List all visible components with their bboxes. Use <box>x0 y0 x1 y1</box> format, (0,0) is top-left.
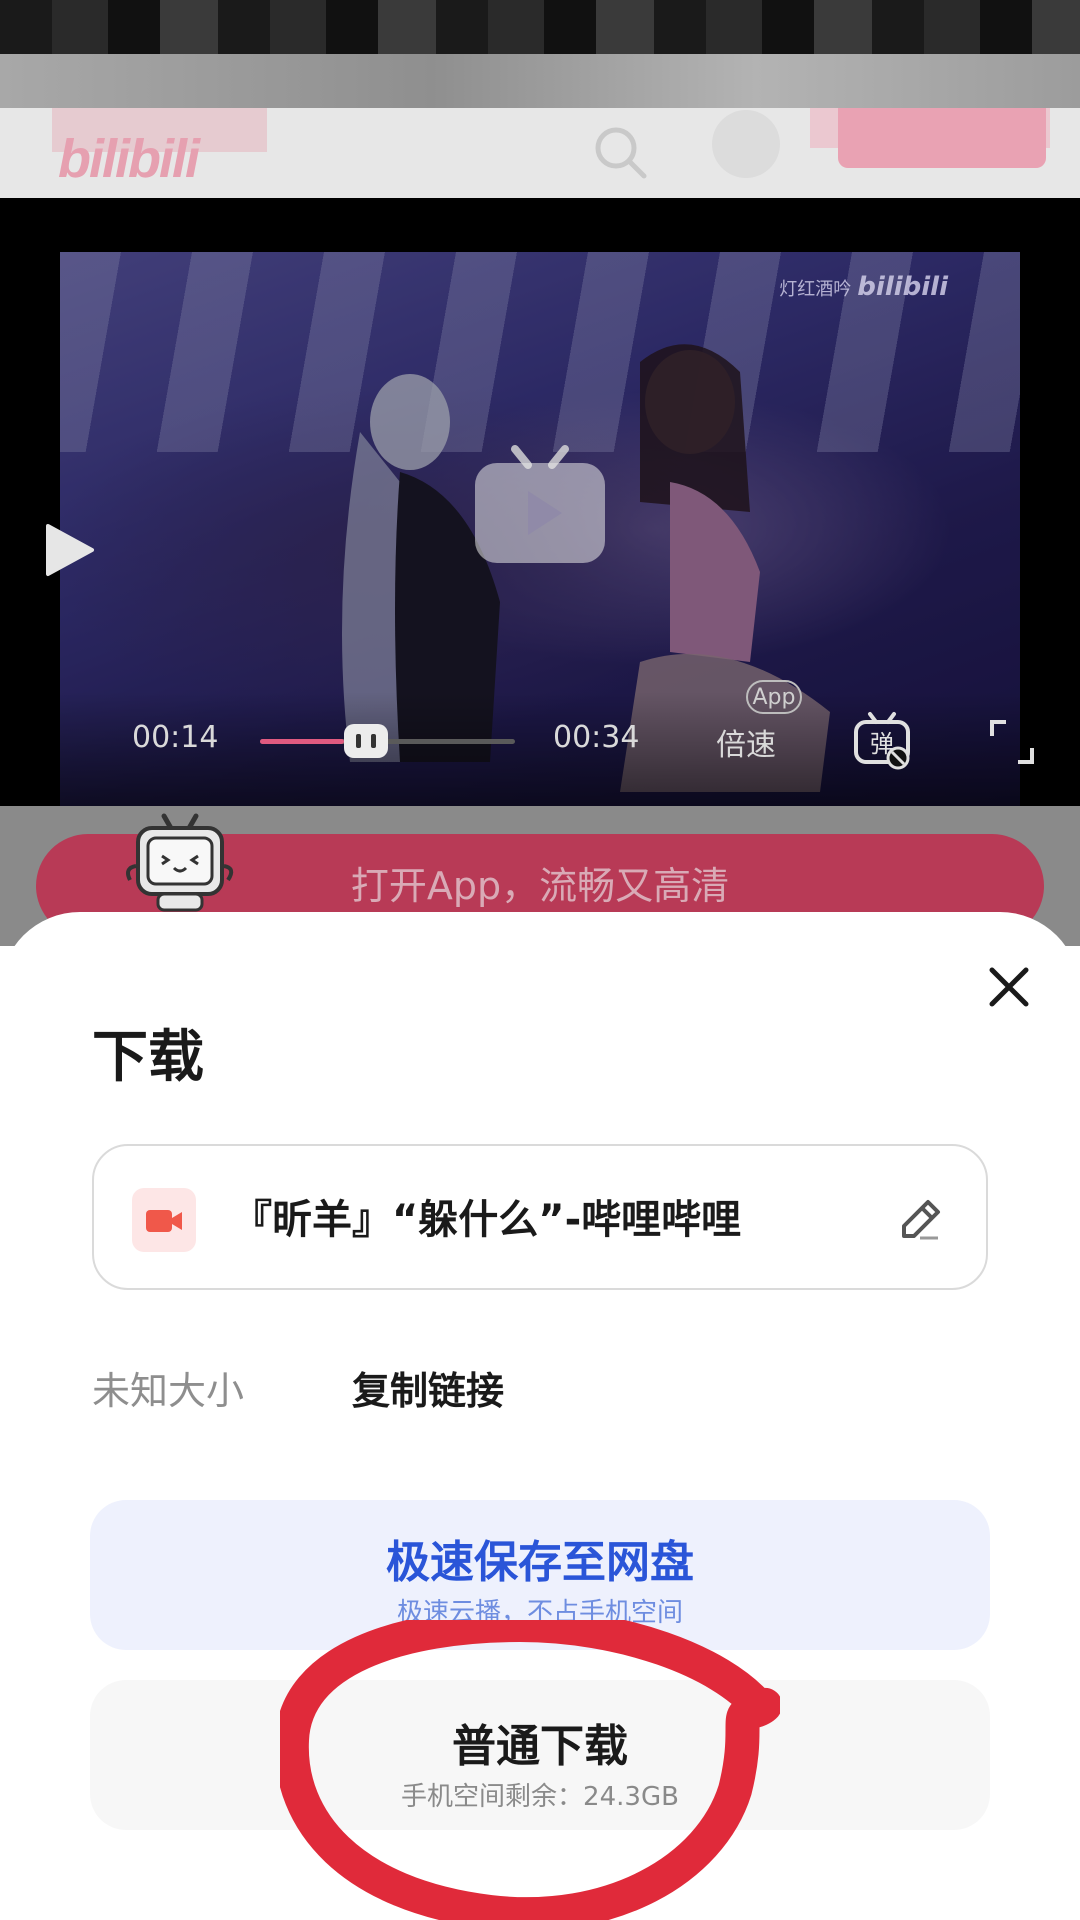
normal-download-title: 普通下载 <box>452 1721 628 1772</box>
center-play-icon[interactable] <box>470 439 610 569</box>
close-icon[interactable] <box>984 962 1034 1012</box>
search-icon[interactable] <box>590 122 650 182</box>
danmaku-icon[interactable]: 弹 <box>852 710 912 770</box>
progress-fill <box>260 739 345 744</box>
player-top-gap <box>0 198 1080 252</box>
video-camera-icon <box>146 1210 182 1232</box>
fullscreen-icon[interactable] <box>988 718 1036 766</box>
sheet-title: 下载 <box>92 1025 204 1090</box>
copy-link-button[interactable]: 复制链接 <box>352 1360 504 1415</box>
file-size-label: 未知大小 <box>92 1369 245 1413</box>
total-time: 00:34 <box>553 720 640 755</box>
site-header: bilibili <box>0 108 1080 198</box>
header-download-button[interactable] <box>838 108 1046 168</box>
file-name: 『昕羊』“躲什么”-哔哩哔哩 <box>232 1197 742 1243</box>
status-bar <box>0 0 1080 54</box>
save-to-cloud-title: 极速保存至网盘 <box>386 1537 694 1588</box>
tv-mascot-icon <box>126 813 234 912</box>
edit-icon[interactable] <box>898 1196 944 1242</box>
file-name-card[interactable]: 『昕羊』“躲什么”-哔哩哔哩 <box>92 1144 988 1290</box>
normal-download-button[interactable]: 普通下载 手机空间剩余：24.3GB <box>90 1680 990 1830</box>
progress-thumb-icon[interactable] <box>342 722 390 760</box>
app-chip: App <box>746 680 802 714</box>
watermark-logo: bilibili <box>857 272 948 302</box>
video-watermark: 灯红酒吟 bilibili <box>779 272 948 302</box>
play-icon[interactable] <box>40 522 96 578</box>
save-to-cloud-subtitle: 极速云播，不占手机空间 <box>396 1598 683 1628</box>
save-to-cloud-button[interactable]: 极速保存至网盘 极速云播，不占手机空间 <box>90 1500 990 1650</box>
speed-button[interactable]: 倍速 <box>716 720 776 764</box>
normal-download-subtitle: 手机空间剩余：24.3GB <box>401 1782 679 1812</box>
current-time: 00:14 <box>132 720 219 755</box>
status-band <box>0 54 1080 108</box>
video-file-icon <box>132 1188 196 1252</box>
site-logo[interactable]: bilibili <box>58 128 200 190</box>
avatar[interactable] <box>712 110 780 178</box>
watermark-text: 灯红酒吟 <box>779 279 852 300</box>
